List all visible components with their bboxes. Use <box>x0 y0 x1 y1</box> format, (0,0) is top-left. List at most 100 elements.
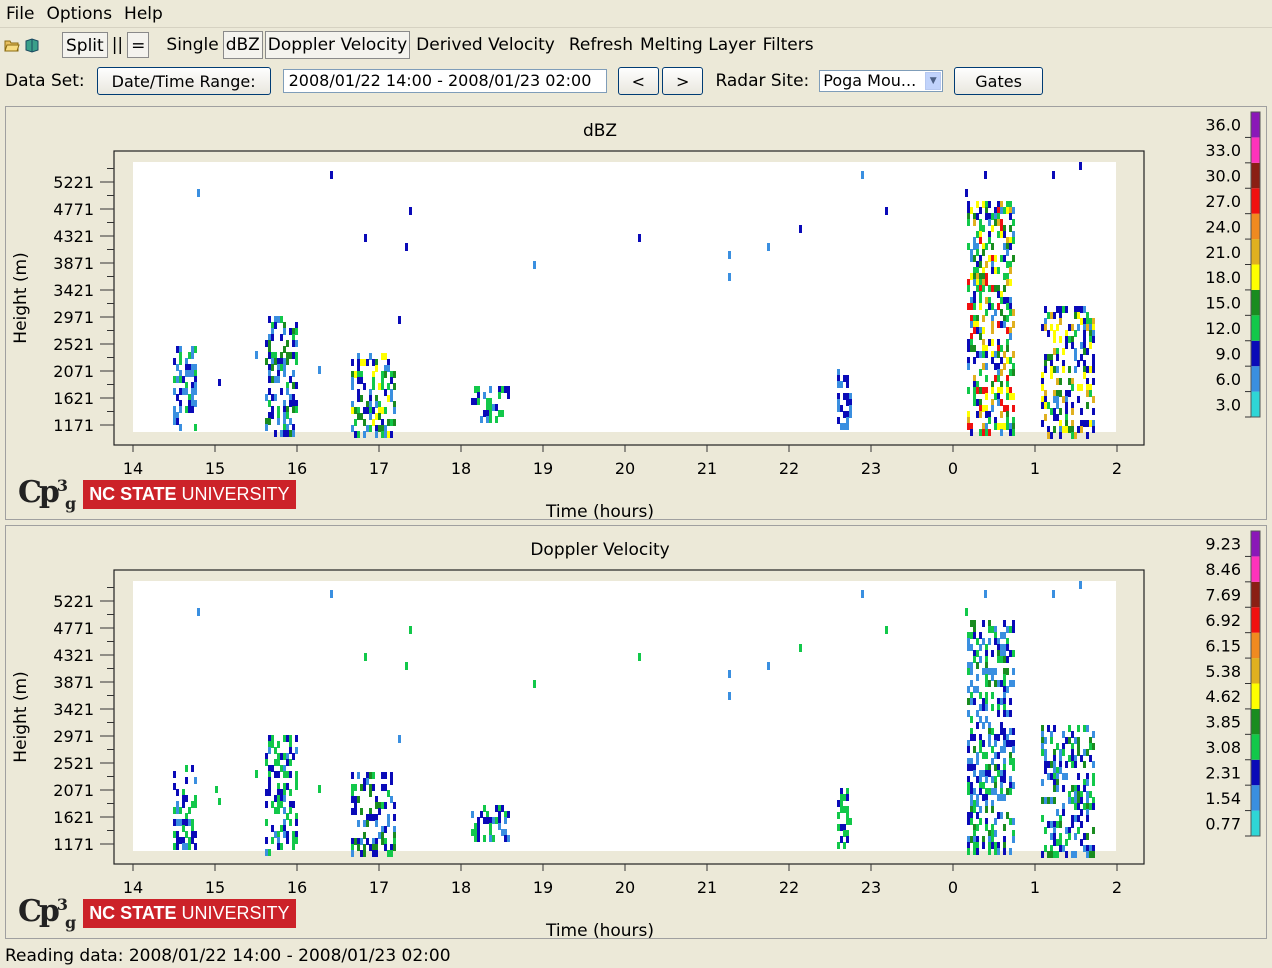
split-vertical-button[interactable]: || <box>112 35 123 55</box>
echo-cell <box>997 704 1000 711</box>
toggle-melting-layer[interactable]: Melting Layer <box>638 32 758 58</box>
echo-cell <box>1053 779 1056 786</box>
echo-cell <box>982 794 985 801</box>
echo-cell <box>979 237 982 244</box>
echo-cell <box>1080 809 1083 816</box>
echo-cell <box>1003 692 1006 699</box>
echo-cell <box>179 424 182 431</box>
echo-cell <box>1086 312 1089 319</box>
x-tick-label: 20 <box>615 459 635 478</box>
echo-cell <box>997 207 1000 214</box>
book-icon[interactable] <box>24 37 40 53</box>
echo-cell <box>378 413 381 420</box>
echo-cell <box>973 219 976 226</box>
echo-cell <box>375 395 378 402</box>
echo-cell <box>1068 324 1071 331</box>
echo-cell <box>1012 728 1015 735</box>
echo-cell <box>504 817 507 824</box>
echo-cell <box>967 740 970 747</box>
echo-cell <box>1047 725 1050 732</box>
echo-cell <box>1012 746 1015 753</box>
echo-cell <box>982 698 985 705</box>
echo-cell <box>280 388 283 395</box>
toggle-derived-velocity[interactable]: Derived Velocity <box>414 32 557 58</box>
echo-cell <box>351 784 354 791</box>
echo-cell <box>387 419 390 426</box>
echo-cell <box>274 831 277 838</box>
echo-cell <box>1092 827 1095 834</box>
echo-cell <box>982 423 985 430</box>
echo-cell <box>295 340 298 347</box>
echo-cell <box>292 340 295 347</box>
echo-cell <box>982 267 985 274</box>
gates-button[interactable]: Gates <box>954 67 1043 95</box>
refresh-button[interactable]: Refresh <box>567 32 635 58</box>
radar-site-select[interactable]: Poga Mou... ▼ <box>819 70 944 92</box>
next-button[interactable]: > <box>662 67 704 95</box>
single-button[interactable]: Single <box>166 35 218 55</box>
echo-cell <box>283 406 286 413</box>
echo-cell <box>1012 758 1015 765</box>
toggle-dbz[interactable]: dBZ <box>222 31 263 59</box>
echo-cell <box>357 796 360 803</box>
colorbar-segment <box>1251 683 1260 709</box>
echo-cell <box>179 358 182 365</box>
date-time-range-button[interactable]: Date/Time Range: <box>96 67 271 95</box>
echo-cell <box>1092 426 1095 433</box>
echo-cell <box>1068 797 1071 804</box>
echo-cell <box>985 698 988 705</box>
echo-cell <box>1089 737 1092 744</box>
echo-cell <box>973 387 976 394</box>
colorbar-tick-label: 1.54 <box>1205 789 1241 808</box>
echo-cell <box>1065 342 1068 349</box>
echo-cell <box>1009 423 1012 430</box>
echo-cell <box>1000 650 1003 657</box>
echo-cell <box>191 819 194 826</box>
echo-cell <box>976 722 979 729</box>
echo-cell <box>1092 773 1095 780</box>
echo-cell <box>498 805 501 812</box>
echo-cell <box>728 670 731 678</box>
echo-cell <box>988 303 991 310</box>
open-folder-icon[interactable] <box>4 37 20 53</box>
previous-button[interactable]: < <box>617 67 660 95</box>
echo-cell <box>1079 581 1082 589</box>
echo-cell <box>191 352 194 359</box>
split-button[interactable]: Split <box>62 32 108 58</box>
echo-cell <box>179 376 182 383</box>
echo-cell <box>1053 797 1056 804</box>
echo-cell <box>982 387 985 394</box>
echo-cell <box>286 813 289 820</box>
echo-cell <box>176 376 179 383</box>
menu-file[interactable]: File <box>0 4 40 24</box>
echo-cell <box>1074 755 1077 762</box>
toggle-doppler-velocity[interactable]: Doppler Velocity <box>264 31 411 59</box>
echo-cell <box>182 837 185 844</box>
toggle-filters[interactable]: Filters <box>761 32 816 58</box>
echo-cell <box>994 764 997 771</box>
echo-cell <box>985 423 988 430</box>
chevron-down-icon[interactable]: ▼ <box>925 72 942 90</box>
echo-cell <box>369 790 372 797</box>
echo-cell <box>274 376 277 383</box>
echo-cell <box>295 777 298 784</box>
echo-cell <box>191 825 194 832</box>
echo-cell <box>843 830 846 837</box>
date-range-field[interactable]: 2008/01/22 14:00 - 2008/01/23 02:00 <box>282 69 607 93</box>
echo-cell <box>970 716 973 723</box>
colorbar-segment <box>1251 289 1260 316</box>
echo-cell <box>351 796 354 803</box>
echo-cell <box>283 322 286 329</box>
echo-cell <box>191 388 194 395</box>
menu-options[interactable]: Options <box>40 4 118 24</box>
echo-cell <box>498 817 501 824</box>
echo-cell <box>1065 414 1068 421</box>
split-horizontal-button[interactable]: = <box>127 32 150 58</box>
menu-help[interactable]: Help <box>118 4 169 24</box>
echo-cell <box>176 807 179 814</box>
echo-cell <box>1000 644 1003 651</box>
echo-cell <box>277 831 280 838</box>
echo-cell <box>1003 231 1006 238</box>
echo-cell <box>973 297 976 304</box>
echo-cell <box>255 770 258 778</box>
